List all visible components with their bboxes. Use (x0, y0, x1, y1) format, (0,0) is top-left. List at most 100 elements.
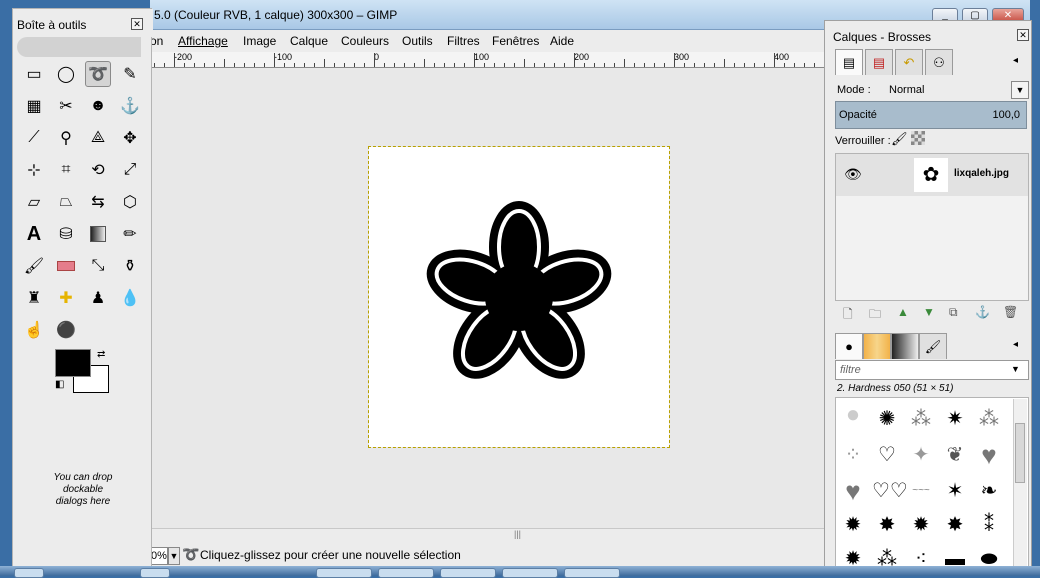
taskbar-item[interactable] (378, 568, 434, 578)
menu-help[interactable]: Aide (550, 34, 574, 48)
shear-icon[interactable]: ▱ (21, 189, 47, 215)
tab-undo-history[interactable]: ↶ (895, 49, 923, 75)
taskbar-item[interactable] (564, 568, 620, 578)
opacity-slider[interactable]: Opacité 100,0 (835, 101, 1027, 129)
ellipse-select-icon[interactable]: ◯ (53, 61, 79, 87)
align-icon[interactable]: ⊹ (21, 157, 47, 183)
tab-paths[interactable]: ⚇ (925, 49, 953, 75)
menu-colors[interactable]: Couleurs (341, 34, 389, 48)
wilber-drop-zone[interactable] (17, 37, 141, 57)
chevron-down-icon[interactable]: ▼ (1011, 364, 1020, 374)
vertical-scrollbar[interactable] (1013, 399, 1027, 571)
duplicate-layer-icon[interactable]: ⧉ (949, 305, 958, 320)
tab-menu-icon[interactable]: ◂ (1013, 55, 1018, 66)
cage-icon[interactable]: ⬡ (117, 189, 143, 215)
brush-item[interactable]: ⁘ (838, 440, 868, 470)
layer-name[interactable]: lixqaleh.jpg (954, 168, 1009, 179)
swap-colors-icon[interactable]: ⇄ (97, 349, 105, 360)
new-layer-icon[interactable]: 🗋 (843, 305, 853, 326)
menu-layer[interactable]: Calque (290, 34, 328, 48)
move-icon[interactable]: ✥ (117, 125, 143, 151)
scroll-thumb[interactable] (1015, 423, 1025, 483)
tab-layers[interactable]: ▤ (835, 49, 863, 75)
start-button[interactable] (14, 568, 44, 578)
tab-gradients[interactable] (891, 333, 919, 359)
zoom-icon[interactable]: ⚲ (53, 125, 79, 151)
pencil-icon[interactable]: ✏ (117, 221, 143, 247)
horizontal-scrollbar[interactable]: ||| (150, 528, 830, 542)
perspective-icon[interactable]: ⏢ (53, 189, 79, 215)
mode-select[interactable]: Normal (889, 84, 924, 96)
taskbar-item[interactable] (502, 568, 558, 578)
scale-icon[interactable]: ⤢ (117, 157, 143, 183)
heal-icon[interactable]: ✚ (53, 285, 79, 311)
brush-item[interactable]: ⁂ (974, 404, 1004, 434)
eraser-icon[interactable] (53, 253, 79, 279)
layer-row[interactable]: 👁 ✿ lixqaleh.jpg (836, 154, 1028, 196)
anchor-layer-icon[interactable]: ⚓ (975, 305, 990, 319)
brush-item[interactable]: ✹ (838, 510, 868, 540)
close-icon[interactable]: ✕ (1017, 29, 1029, 41)
canvas-area[interactable] (150, 68, 830, 528)
brush-item[interactable]: ⁑ (974, 510, 1004, 540)
brush-item[interactable]: ⁂ (906, 404, 936, 434)
taskbar-item[interactable] (316, 568, 372, 578)
brush-item[interactable]: ♡♡ (872, 476, 908, 506)
brush-item[interactable]: ✦ (906, 440, 936, 470)
raise-layer-icon[interactable]: ▲ (897, 305, 909, 319)
menu-tools[interactable]: Outils (402, 34, 433, 48)
brush-item[interactable]: ✹ (906, 510, 936, 540)
taskbar-item[interactable] (440, 568, 496, 578)
foreground-select-icon[interactable]: ☻ (85, 93, 111, 119)
airbrush-icon[interactable]: ⤡ (85, 253, 111, 279)
menu-view[interactable]: Affichage (178, 34, 228, 48)
image-canvas[interactable] (368, 146, 670, 448)
lock-alpha-icon[interactable] (911, 131, 925, 145)
brush-item[interactable]: ✸ (940, 510, 970, 540)
zoom-field[interactable]: 0% (150, 547, 168, 565)
chevron-down-icon[interactable]: ▼ (1011, 81, 1029, 99)
text-icon[interactable]: A (21, 221, 47, 247)
brush-grid[interactable]: ● ✺ ⁂ ✷ ⁂ ⁘ ♡ ✦ ❦ ♥ ♥ ♡♡ ~~~ ✶ ❧ ✹ ✸ ✹ ✸… (835, 397, 1029, 573)
menu-windows[interactable]: Fenêtres (492, 34, 539, 48)
menu-image[interactable]: Image (243, 34, 276, 48)
clone-icon[interactable]: ♜ (21, 285, 47, 311)
eye-icon[interactable]: 👁 (844, 166, 862, 183)
brush-item[interactable]: ♡ (872, 440, 902, 470)
perspective-clone-icon[interactable]: ♟ (85, 285, 111, 311)
delete-layer-icon[interactable]: 🗑 (1003, 305, 1018, 319)
brush-item[interactable]: ♥ (974, 440, 1004, 470)
layer-group-icon[interactable]: 🗀 (869, 305, 881, 326)
layers-list[interactable]: 👁 ✿ lixqaleh.jpg (835, 153, 1029, 301)
horizontal-ruler[interactable]: -200 -100 0 100 200 300 400 (150, 52, 830, 68)
dodge-burn-icon[interactable]: ⚫ (53, 317, 79, 343)
rect-select-icon[interactable]: ▭ (21, 61, 47, 87)
color-picker-icon[interactable]: ⟋ (21, 125, 47, 151)
paintbrush-icon[interactable]: 🖌 (21, 253, 47, 279)
tab-brushes[interactable]: ● (835, 333, 863, 359)
brush-item[interactable]: ● (838, 400, 868, 430)
foreground-color-swatch[interactable] (55, 349, 91, 377)
tab-menu-icon[interactable]: ◂ (1013, 339, 1018, 350)
zoom-dropdown-icon[interactable]: ▼ (168, 547, 180, 565)
brush-item[interactable]: ♥ (838, 476, 868, 506)
tab-channels[interactable]: ▤ (865, 49, 893, 75)
brush-item[interactable]: ❧ (974, 476, 1004, 506)
close-icon[interactable]: ✕ (131, 18, 143, 30)
brush-item[interactable]: ✸ (872, 510, 902, 540)
ink-icon[interactable]: ⚱ (117, 253, 143, 279)
brush-filter-input[interactable]: filtre (835, 360, 1029, 380)
tab-tool-options[interactable]: 🖌 (919, 333, 947, 359)
brush-item[interactable]: ✶ (940, 476, 970, 506)
blur-icon[interactable]: 💧 (117, 285, 143, 311)
menu-filters[interactable]: Filtres (447, 34, 480, 48)
brush-item[interactable]: ✷ (940, 404, 970, 434)
crop-icon[interactable]: ⌗ (53, 157, 79, 183)
fuzzy-select-icon[interactable]: ✎ (117, 61, 143, 87)
brush-item[interactable]: ❦ (940, 440, 970, 470)
blend-icon[interactable] (85, 221, 111, 247)
paths-icon[interactable]: ⚓ (117, 93, 143, 119)
rotate-icon[interactable]: ⟲ (85, 157, 111, 183)
brush-item[interactable]: ✺ (872, 404, 902, 434)
lock-pixels-icon[interactable]: 🖌 (891, 131, 908, 147)
